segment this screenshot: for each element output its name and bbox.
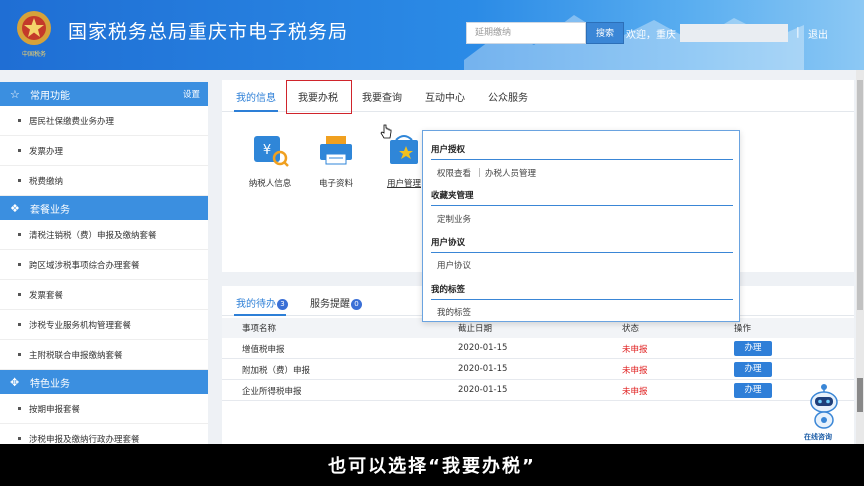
- active-tab-underline: [234, 110, 278, 112]
- item-separator: [479, 168, 480, 177]
- welcome-text: 欢迎，重庆: [626, 30, 676, 41]
- section-divider: [431, 252, 733, 253]
- section-divider: [431, 205, 733, 206]
- status-badge: 未申报: [622, 366, 648, 376]
- svg-text:¥: ¥: [263, 143, 271, 158]
- sidebar-item[interactable]: 税费缴纳: [0, 166, 208, 196]
- tax-emblem-icon: 中国税务: [17, 11, 51, 58]
- hand-cursor-icon: [380, 124, 392, 139]
- e-documents-icon: [320, 136, 352, 165]
- dropdown-section-title: 用户授权: [431, 145, 466, 155]
- bullet-icon: [18, 179, 21, 182]
- tab-query[interactable]: 我要查询: [362, 89, 402, 104]
- sidebar-item[interactable]: 清税注销税（费）申报及缴纳套餐: [0, 220, 208, 250]
- tab-my-info[interactable]: 我的信息: [236, 89, 276, 104]
- dropdown-section-title: 收藏夹管理: [431, 191, 474, 201]
- pending-count-badge: 3: [277, 298, 288, 310]
- sidebar-item[interactable]: 主附税联合申报缴纳套餐: [0, 340, 208, 370]
- col-status: 状态: [622, 324, 640, 334]
- tab-public-service[interactable]: 公众服务: [488, 89, 528, 104]
- logout-link[interactable]: 退出: [808, 26, 828, 41]
- active-tab-underline: [234, 314, 286, 316]
- table-row: 企业所得税申报 2020-01-15 未申报 办理: [222, 380, 854, 401]
- sidebar-group-common[interactable]: ☆ 常用功能 设置: [0, 82, 208, 106]
- site-header: 中国税务 国家税务总局重庆市电子税务局 延期缴纳 搜索 欢迎，重庆 | 退出: [0, 0, 864, 70]
- scroll-thumb[interactable]: [857, 80, 863, 310]
- search-input[interactable]: 延期缴纳: [466, 22, 586, 44]
- sidebar-item[interactable]: 发票套餐: [0, 280, 208, 310]
- col-item-name: 事项名称: [242, 324, 277, 334]
- video-subtitle: 也可以选择“我要办税”: [328, 456, 536, 477]
- robot-assistant-icon[interactable]: [806, 380, 842, 430]
- status-badge: 未申报: [622, 387, 648, 397]
- section-divider: [431, 159, 733, 160]
- tab-service-reminder[interactable]: 服务提醒 0: [310, 295, 362, 310]
- bullet-icon: [18, 149, 21, 152]
- sidebar-item[interactable]: 涉税申报及缴纳行政办理套餐: [0, 424, 208, 444]
- section-divider: [431, 299, 733, 300]
- site-title: 国家税务总局重庆市电子税务局: [68, 21, 349, 43]
- redacted-username: [680, 24, 788, 42]
- bullet-icon: [18, 353, 21, 356]
- table-row: 附加税（费）申报 2020-01-15 未申报 办理: [222, 359, 854, 380]
- search-button[interactable]: 搜索: [586, 22, 624, 44]
- status-badge: 未申报: [622, 345, 648, 355]
- bullet-icon: [18, 407, 21, 410]
- sidebar-group-title: 套餐业务: [30, 204, 70, 216]
- sidebar-item[interactable]: 跨区域涉税事项综合办理套餐: [0, 250, 208, 280]
- bullet-icon: [18, 323, 21, 326]
- sidebar-group-title: 特色业务: [30, 378, 70, 390]
- bullet-icon: [18, 233, 21, 236]
- col-deadline: 截止日期: [458, 324, 493, 334]
- sidebar-group-title: 常用功能: [30, 90, 70, 102]
- star-icon: ☆: [10, 87, 20, 101]
- col-action: 操作: [734, 324, 752, 334]
- taxpayer-info-icon: ¥: [254, 136, 289, 167]
- sidebar-item[interactable]: 发票办理: [0, 136, 208, 166]
- sidebar-item[interactable]: 涉税专业服务机构管理套餐: [0, 310, 208, 340]
- menu-item-user-agreement[interactable]: 用户协议: [437, 259, 471, 271]
- menu-item-tax-staff-management[interactable]: 办税人员管理: [485, 167, 536, 179]
- tile-e-documents[interactable]: 电子资料: [306, 132, 366, 189]
- bullet-icon: [18, 119, 21, 122]
- header-separator: |: [796, 25, 800, 38]
- user-management-dropdown: 用户授权 权限查看 办税人员管理 收藏夹管理 定制业务 用户协议 用户协议 我的…: [422, 130, 740, 322]
- handle-button[interactable]: 办理: [734, 341, 772, 356]
- bullet-icon: [18, 293, 21, 296]
- handle-button[interactable]: 办理: [734, 383, 772, 398]
- sidebar-item[interactable]: 居民社保缴费业务办理: [0, 106, 208, 136]
- settings-link[interactable]: 设置: [183, 88, 200, 100]
- sidebar-item[interactable]: 按期申报套餐: [0, 394, 208, 424]
- bullet-icon: [18, 263, 21, 266]
- dropdown-section-title: 用户协议: [431, 238, 466, 248]
- menu-item-my-tags[interactable]: 我的标签: [437, 306, 471, 318]
- sidebar-group-featured[interactable]: ✥ 特色业务: [0, 370, 208, 394]
- online-consult-label[interactable]: 在线咨询: [804, 432, 832, 442]
- tile-taxpayer-info[interactable]: ¥ 纳税人信息: [240, 132, 300, 189]
- menu-item-custom-business[interactable]: 定制业务: [437, 213, 471, 225]
- handle-button[interactable]: 办理: [734, 362, 772, 377]
- tab-highlight-box: [286, 80, 352, 114]
- menu-item-permission-view[interactable]: 权限查看: [437, 167, 471, 179]
- tab-my-pending[interactable]: 我的待办 3: [236, 295, 288, 310]
- sidebar-group-packages[interactable]: ❖ 套餐业务: [0, 196, 208, 220]
- bullet-icon: [18, 437, 21, 440]
- table-row: 增值税申报 2020-01-15 未申报 办理: [222, 338, 854, 359]
- layers-icon: ❖: [10, 201, 20, 215]
- scroll-thumb-secondary[interactable]: [857, 378, 863, 412]
- tab-interaction[interactable]: 互动中心: [425, 89, 465, 104]
- dropdown-section-title: 我的标签: [431, 285, 466, 295]
- sidebar: ☆ 常用功能 设置 居民社保缴费业务办理 发票办理 税费缴纳 ❖ 套餐业务 清税…: [0, 82, 208, 444]
- grid-icon: ✥: [10, 375, 20, 389]
- reminder-count-badge: 0: [351, 298, 362, 310]
- svg-text:中国税务: 中国税务: [22, 50, 46, 58]
